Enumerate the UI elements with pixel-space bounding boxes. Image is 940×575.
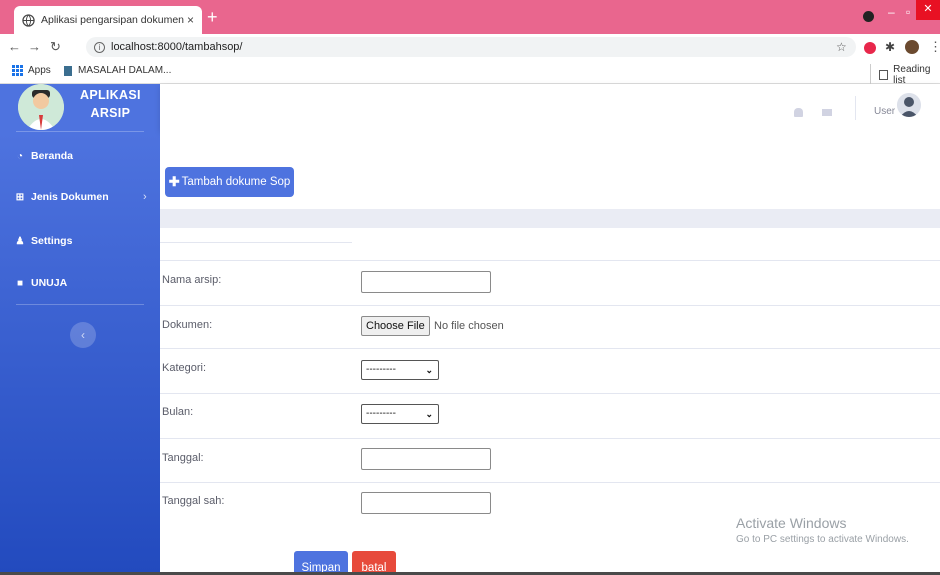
add-document-button[interactable]: ✚ Tambah dokume Sop <box>165 167 294 197</box>
user-avatar[interactable] <box>897 93 921 117</box>
plus-icon: ✚ <box>168 174 180 189</box>
tab-title: Aplikasi pengarsipan dokumen <box>41 14 185 26</box>
row-divider <box>160 438 940 439</box>
folder-icon: ■ <box>16 277 24 289</box>
row-divider <box>160 348 940 349</box>
divider <box>160 242 352 243</box>
row-divider <box>160 260 940 261</box>
nama-arsip-input[interactable] <box>361 271 491 293</box>
chevron-down-icon: ⌄ <box>425 409 433 419</box>
row-divider <box>160 305 940 306</box>
sidebar-item-settings[interactable]: ♟ Settings <box>14 235 73 247</box>
bulan-selected: --------- <box>366 408 396 419</box>
row-divider <box>160 482 940 483</box>
reading-list-button[interactable]: Reading list <box>870 64 940 86</box>
apps-grid-icon <box>12 65 23 76</box>
reading-list-icon <box>879 70 889 80</box>
bookmark-masalah[interactable]: MASALAH DALAM... <box>64 65 171 76</box>
bookmarks-bar: Apps MASALAH DALAM... Reading list <box>0 60 940 86</box>
sidebar-divider <box>16 131 144 132</box>
add-button-label: Tambah dokume Sop <box>181 176 291 188</box>
maximize-icon[interactable]: ▫ <box>906 5 910 19</box>
label-bulan: Bulan: <box>162 406 194 418</box>
reading-list-label: Reading list <box>893 64 931 86</box>
sidebar-item-label: Settings <box>31 235 73 247</box>
bookmark-apps-label: Apps <box>28 65 51 76</box>
brand-line2: ARSIP <box>90 106 131 120</box>
label-tanggal: Tanggal: <box>162 452 204 464</box>
profile-icon[interactable] <box>863 11 874 22</box>
bookmark-masalah-label: MASALAH DALAM... <box>78 65 172 76</box>
sidebar-divider <box>16 304 144 305</box>
close-window-icon[interactable]: ✕ <box>916 0 940 20</box>
new-tab-button[interactable]: + <box>207 8 218 26</box>
sidebar-toggle-button[interactable]: ‹ <box>70 322 96 348</box>
url-text: localhost:8000/tambahsop/ <box>111 41 243 53</box>
url-field[interactable]: i localhost:8000/tambahsop/ <box>86 37 856 57</box>
tanggal-input[interactable] <box>361 448 491 470</box>
reload-icon[interactable]: ↻ <box>50 39 61 55</box>
label-tanggal-sah: Tanggal sah: <box>162 495 225 507</box>
kategori-select[interactable]: --------- ⌄ <box>361 360 439 380</box>
user-icon: ♟ <box>15 235 25 247</box>
content-area <box>160 131 940 575</box>
sidebar-item-label: UNUJA <box>31 277 68 289</box>
sidebar-brand[interactable]: APLIKASI ARSIP <box>0 84 160 132</box>
chevron-down-icon: ⌄ <box>425 365 433 375</box>
globe-icon <box>22 13 35 27</box>
adblock-extension-icon[interactable] <box>864 42 876 54</box>
minimize-icon[interactable]: – <box>888 5 895 19</box>
bulan-select[interactable]: --------- ⌄ <box>361 404 439 424</box>
browser-tabbar: Aplikasi pengarsipan dokumen × + – ▫ ✕ <box>0 0 940 34</box>
bell-icon[interactable] <box>794 108 803 117</box>
chevron-right-icon[interactable]: › <box>143 191 147 203</box>
menu-kebab-icon[interactable]: ⋮ <box>929 39 940 55</box>
choose-file-button[interactable]: Choose File <box>361 316 430 336</box>
tanggal-sah-input[interactable] <box>361 492 491 514</box>
browser-tab[interactable]: Aplikasi pengarsipan dokumen × <box>14 6 202 34</box>
label-dokumen: Dokumen: <box>162 319 213 331</box>
tab-close-icon[interactable]: × <box>187 13 194 27</box>
kategori-selected: --------- <box>366 364 396 375</box>
address-bar: ← → ↻ i localhost:8000/tambahsop/ ☆ ✱ ⋮ <box>0 34 940 60</box>
sidebar-item-beranda[interactable]: ◔ Beranda <box>14 150 73 162</box>
bookmark-star-icon[interactable]: ☆ <box>836 40 847 54</box>
tachometer-icon: ◔ <box>16 150 24 162</box>
label-kategori: Kategori: <box>162 362 207 374</box>
envelope-icon[interactable] <box>822 109 832 116</box>
back-icon[interactable]: ← <box>8 39 21 54</box>
sidebar-item-label: Jenis Dokumen <box>31 191 109 203</box>
label-nama-arsip: Nama arsip: <box>162 274 222 286</box>
brand-line1: APLIKASI <box>80 88 141 102</box>
brand-text: APLIKASI ARSIP <box>80 86 141 122</box>
activate-windows-subtitle: Go to PC settings to activate Windows. <box>736 534 909 545</box>
puzzle-extension-icon[interactable]: ✱ <box>885 40 895 54</box>
file-status: No file chosen <box>434 320 504 332</box>
bookmark-favicon-icon <box>64 65 72 76</box>
sidebar-item-label: Beranda <box>31 150 74 162</box>
card-header <box>160 209 940 228</box>
forward-icon[interactable]: → <box>28 39 41 54</box>
info-icon[interactable]: i <box>94 41 105 53</box>
topbar-divider <box>855 96 856 120</box>
profile-avatar-icon[interactable] <box>905 40 919 54</box>
sidebar-item-jenis-dokumen[interactable]: ⊞ Jenis Dokumen <box>14 191 109 203</box>
brand-avatar-icon <box>18 84 64 130</box>
row-divider <box>160 393 940 394</box>
bookmark-apps[interactable]: Apps <box>12 65 51 76</box>
screen: Aplikasi pengarsipan dokumen × + – ▫ ✕ ←… <box>0 0 940 575</box>
sidebar: APLIKASI ARSIP ◔ Beranda ⊞ Jenis Dokumen… <box>0 84 160 575</box>
sidebar-item-unuja[interactable]: ■ UNUJA <box>14 277 67 289</box>
user-name[interactable]: User <box>874 106 895 117</box>
activate-windows-title: Activate Windows <box>736 515 847 531</box>
topbar <box>160 84 940 131</box>
table-icon: ⊞ <box>15 191 25 203</box>
